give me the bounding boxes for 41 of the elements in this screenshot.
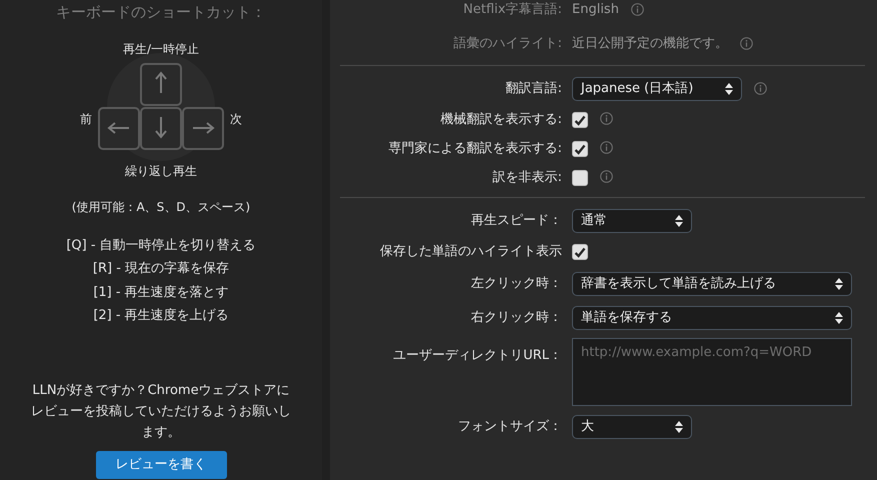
shortcut-text: [Q] - 自動一時停止を切り替える — [66, 236, 256, 254]
value-text: English — [572, 0, 619, 19]
checkbox[interactable] — [572, 141, 588, 157]
write-review-button[interactable]: レビューを書く — [96, 450, 226, 478]
select-dropdown[interactable]: Japanese (日本語) — [572, 76, 742, 100]
field-label: 専門家による翻訳を表示する: — [388, 141, 562, 156]
field-label: 再生スピード： — [471, 212, 562, 228]
key-label: 繰り返し再生 — [125, 162, 197, 180]
caret-icon — [835, 278, 843, 290]
shortcut-text: [2] - 再生速度を上げる — [93, 307, 229, 325]
caret-icon — [725, 82, 733, 94]
field-label: 訳を非表示: — [492, 170, 562, 186]
field-label: 翻訳言語: — [506, 80, 562, 96]
key-label: 再生/一時停止 — [122, 40, 200, 58]
field-label: Netflix字幕言語: — [463, 2, 562, 17]
field-label: 語彙のハイライト: — [454, 36, 562, 51]
field-label: 左クリック時： — [471, 276, 562, 291]
select-dropdown[interactable]: 辞書を表示して単語を読み上げる — [572, 272, 852, 296]
field-label: ユーザーディレクトリURL： — [393, 348, 562, 363]
checkbox[interactable] — [572, 170, 588, 186]
section-title: キーボードのショートカット： — [56, 2, 266, 23]
field-label: フォントサイズ： — [458, 418, 562, 434]
value-text: 近日公開予定の機能です。 — [572, 34, 728, 53]
caret-icon — [675, 214, 683, 226]
caret-icon — [675, 420, 683, 432]
url-input-field[interactable]: http://www.example.com?q=WORD — [572, 338, 852, 406]
key-label: 前 — [80, 110, 92, 128]
hint-text: (使用可能：A、S、D、スペース) — [72, 198, 250, 216]
key-label: 次 — [230, 110, 242, 128]
field-label: 保存した単語のハイライト表示 — [380, 244, 562, 260]
field-label: 機械翻訳を表示する: — [440, 112, 562, 128]
caret-icon — [835, 312, 843, 324]
checkbox[interactable] — [572, 112, 588, 128]
shortcut-text: [R] - 現在の字幕を保存 — [92, 260, 230, 278]
select-dropdown[interactable]: 単語を保存する — [572, 306, 852, 330]
shortcut-text: [1] - 再生速度を落とす — [93, 284, 229, 302]
select-dropdown[interactable]: 通常 — [572, 208, 692, 232]
checkbox[interactable] — [572, 244, 588, 260]
review-prompt: LLNが好きですか？Chromeウェブストアにレビューを投稿していただけるようお願いします。 — [30, 382, 292, 442]
field-label: 右クリック時： — [471, 310, 562, 325]
select-dropdown[interactable]: 大 — [572, 414, 692, 438]
